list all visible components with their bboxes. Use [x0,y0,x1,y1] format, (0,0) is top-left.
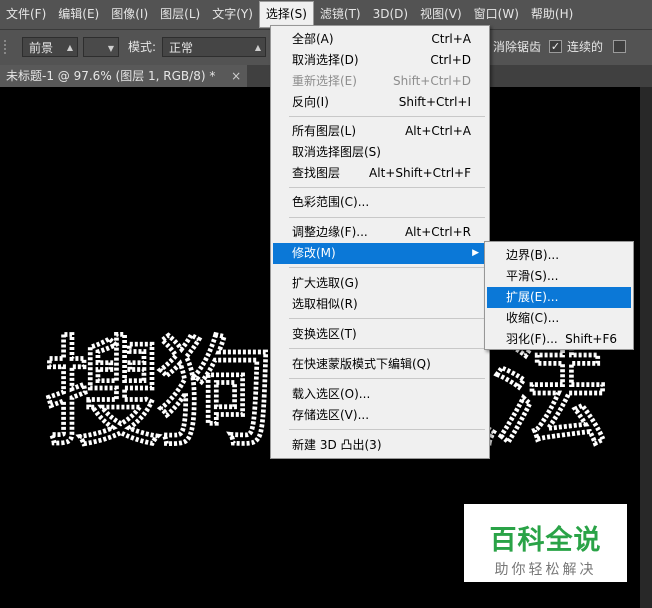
menu-separator [289,429,485,430]
menu-item-shortcut: Ctrl+A [431,32,471,46]
menu-item-shortcut: Alt+Shift+Ctrl+F [369,166,471,180]
menu-item-label: 边界(B)... [506,248,560,262]
menu-item-label: 扩展(E)... [506,290,559,304]
menu-item-refine-edge[interactable]: 调整边缘(F)... Alt+Ctrl+R [273,222,487,243]
menu-item-shortcut: Ctrl+D [430,53,471,67]
submenu-item-feather[interactable]: 羽化(F)... Shift+F6 [487,329,631,350]
menu-item-find-layers[interactable]: 查找图层 Alt+Shift+Ctrl+F [273,163,487,184]
menu-item-label: 扩大选取(G) [292,276,359,290]
menu-item-similar[interactable]: 选取相似(R) [273,294,487,315]
menu-item-label: 重新选择(E) [292,74,357,88]
menu-help[interactable]: 帮助(H) [525,0,579,29]
menu-item-shortcut: Alt+Ctrl+R [404,225,471,239]
menu-item-color-range[interactable]: 色彩范围(C)... [273,192,487,213]
menu-item-label: 选取相似(R) [292,297,358,311]
menu-item-inverse[interactable]: 反向(I) Shift+Ctrl+I [273,92,487,113]
gradient-swatch[interactable]: ▼ [83,37,119,57]
menu-item-label: 修改(M) [292,246,336,260]
menu-item-label: 反向(I) [292,95,329,109]
menu-item-label: 取消选择图层(S) [292,145,381,159]
menu-item-label: 调整边缘(F)... [292,225,368,239]
menu-item-label: 收缩(C)... [506,311,560,325]
menu-item-deselect[interactable]: 取消选择(D) Ctrl+D [273,50,487,71]
menu-separator [289,116,485,117]
menu-type[interactable]: 文字(Y) [206,0,259,29]
chevron-updown-icon: ▲ [254,43,261,52]
menu-item-label: 查找图层 [292,166,341,180]
document-tab-title: 未标题-1 @ 97.6% (图层 1, RGB/8) * [6,69,216,83]
menu-separator [289,378,485,379]
menu-item-label: 在快速蒙版模式下编辑(Q) [292,357,431,371]
menu-separator [289,348,485,349]
menu-item-shortcut: Shift+Ctrl+I [398,95,471,109]
menu-file[interactable]: 文件(F) [0,0,52,29]
menu-item-shortcut: Alt+Ctrl+A [405,124,471,138]
menu-separator [289,187,485,188]
watermark-logo: 百科全说 助你轻松解决 [464,504,627,582]
menu-item-label: 取消选择(D) [292,53,359,67]
menu-item-label: 全部(A) [292,32,334,46]
modify-submenu: 边界(B)... 平滑(S)... 扩展(E)... 收缩(C)... 羽化(F… [484,241,634,350]
menu-item-shortcut: Shift+F6 [565,332,617,346]
contiguous-checkbox[interactable]: ✓ [549,40,562,53]
submenu-item-contract[interactable]: 收缩(C)... [487,308,631,329]
chevron-down-icon: ▼ [107,44,114,53]
menu-item-label: 所有图层(L) [292,124,357,138]
menu-item-grow[interactable]: 扩大选取(G) [273,273,487,294]
antialias-label: 消除锯齿 [493,40,542,54]
menu-item-label: 羽化(F)... [506,332,558,346]
menu-separator [289,267,485,268]
foreground-select-value: 前景 [29,41,54,55]
menu-item-quick-mask[interactable]: 在快速蒙版模式下编辑(Q) [273,354,487,375]
menu-item-transform-selection[interactable]: 变换选区(T) [273,324,487,345]
watermark-subtitle: 助你轻松解决 [494,562,597,578]
submenu-item-border[interactable]: 边界(B)... [487,245,631,266]
foreground-select[interactable]: 前景 ▲ [22,37,78,57]
submenu-item-expand[interactable]: 扩展(E)... [487,287,631,308]
menu-item-save-selection[interactable]: 存储选区(V)... [273,405,487,426]
menu-item-shortcut: Shift+Ctrl+D [393,74,471,88]
menu-item-label: 平滑(S)... [506,269,559,283]
menu-item-label: 色彩范围(C)... [292,195,370,209]
select-menu: 全部(A) Ctrl+A 取消选择(D) Ctrl+D 重新选择(E) Shif… [270,25,490,459]
menu-item-all-layers[interactable]: 所有图层(L) Alt+Ctrl+A [273,121,487,142]
menu-item-reselect: 重新选择(E) Shift+Ctrl+D [273,71,487,92]
menu-layer[interactable]: 图层(L) [154,0,206,29]
contiguous-label: 连续的 [567,40,604,54]
menu-select[interactable]: 选择(S) [258,1,314,28]
options-grip [4,40,12,54]
menu-item-label: 新建 3D 凸出(3) [292,438,382,452]
menu-separator [289,217,485,218]
document-tab[interactable]: 未标题-1 @ 97.6% (图层 1, RGB/8) * × [0,65,248,87]
watermark-title: 百科全说 [489,525,602,556]
menu-item-modify[interactable]: 修改(M) ▶ [273,243,487,264]
submenu-item-smooth[interactable]: 平滑(S)... [487,266,631,287]
mode-select-value: 正常 [169,41,194,55]
mode-select[interactable]: 正常 ▲ [162,37,266,57]
menu-item-new-3d-extrusion[interactable]: 新建 3D 凸出(3) [273,435,487,456]
menu-item-label: 存储选区(V)... [292,408,370,422]
all-layers-checkbox[interactable] [613,40,626,53]
menu-item-select-all[interactable]: 全部(A) Ctrl+A [273,29,487,50]
chevron-updown-icon: ▲ [66,43,73,52]
mode-label: 模式: [128,40,157,54]
menu-item-label: 载入选区(O)... [292,387,371,401]
menu-item-label: 变换选区(T) [292,327,357,341]
menu-separator [289,318,485,319]
submenu-arrow-icon: ▶ [472,248,479,258]
close-icon[interactable]: × [231,69,241,83]
menu-item-load-selection[interactable]: 载入选区(O)... [273,384,487,405]
menu-item-deselect-layers[interactable]: 取消选择图层(S) [273,142,487,163]
menu-image[interactable]: 图像(I) [105,0,154,29]
menu-edit[interactable]: 编辑(E) [52,0,105,29]
